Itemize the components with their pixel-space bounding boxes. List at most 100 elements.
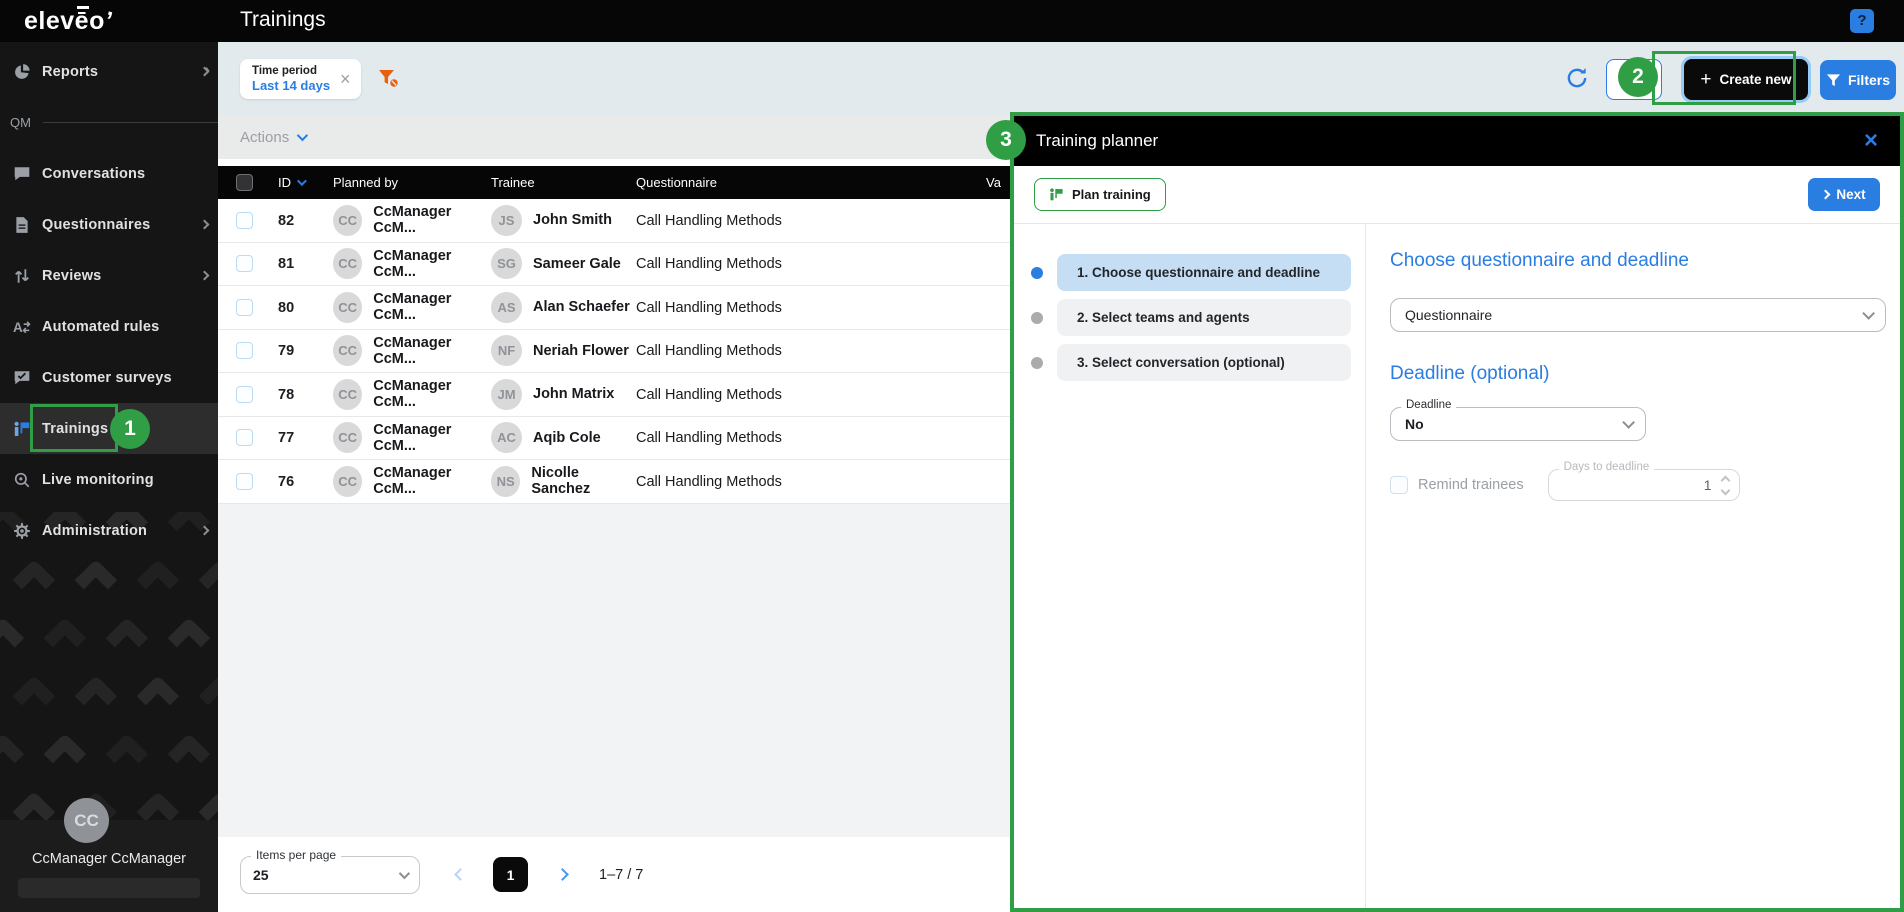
- questionnaire-select[interactable]: Questionnaire: [1390, 298, 1886, 332]
- close-icon[interactable]: ×: [1864, 129, 1878, 153]
- sidebar-item-reviews[interactable]: Reviews: [0, 250, 218, 301]
- planner-title: Training planner: [1036, 131, 1158, 151]
- row-checkbox[interactable]: [236, 255, 253, 272]
- trainee-name: John Matrix: [533, 386, 614, 402]
- form-heading: Choose questionnaire and deadline: [1390, 250, 1886, 272]
- create-new-button[interactable]: + Create new: [1684, 59, 1808, 100]
- section-divider: [43, 122, 218, 123]
- sidebar-item-label: Live monitoring: [42, 472, 154, 488]
- avatar: AC: [491, 422, 522, 453]
- previous-page-icon[interactable]: [454, 868, 467, 881]
- filters-button[interactable]: Filters: [1820, 60, 1896, 100]
- step-label[interactable]: 2. Select teams and agents: [1057, 299, 1351, 336]
- column-id[interactable]: ID: [278, 175, 333, 190]
- sidebar-item-reports[interactable]: Reports: [0, 46, 218, 97]
- sidebar-item-label: Trainings: [42, 421, 108, 437]
- planned-by-name: CcManager CcM...: [373, 465, 491, 497]
- row-checkbox[interactable]: [236, 212, 253, 229]
- sidebar-user-section: CC CcManager CcManager: [0, 820, 218, 912]
- sidebar-item-administration[interactable]: Administration: [0, 505, 218, 556]
- trainee-name: Nicolle Sanchez: [531, 465, 636, 497]
- avatar: CC: [333, 379, 362, 410]
- page-title: Trainings: [240, 8, 326, 32]
- chevron-down-icon: [399, 867, 410, 878]
- column-planned-by[interactable]: Planned by: [333, 175, 491, 190]
- step-label[interactable]: 1. Choose questionnaire and deadline: [1057, 254, 1351, 291]
- step-label[interactable]: 3. Select conversation (optional): [1057, 344, 1351, 381]
- sidebar-item-label: Administration: [42, 523, 147, 539]
- funnel-icon: [1826, 73, 1841, 88]
- questionnaire-name: Call Handling Methods: [636, 474, 782, 490]
- help-icon[interactable]: ?: [1850, 9, 1874, 33]
- next-page-icon[interactable]: [556, 868, 569, 881]
- row-checkbox[interactable]: [236, 342, 253, 359]
- training-planner-panel: Training planner × Plan training Next 1.…: [1010, 112, 1904, 912]
- hidden-outlined-button[interactable]: [1606, 59, 1662, 100]
- sidebar-item-live-monitoring[interactable]: Live monitoring: [0, 454, 218, 505]
- step-active-dot: [1031, 267, 1043, 279]
- sidebar-item-trainings[interactable]: Trainings: [0, 403, 218, 454]
- filter-bar: Time period Last 14 days × + Create new: [218, 42, 1904, 115]
- items-per-page-select[interactable]: Items per page 25: [240, 856, 420, 894]
- items-per-page-value: 25: [253, 867, 269, 883]
- deadline-select[interactable]: Deadline No: [1390, 407, 1646, 441]
- row-checkbox[interactable]: [236, 299, 253, 316]
- refresh-icon[interactable]: [1564, 65, 1590, 91]
- select-all-checkbox[interactable]: [236, 174, 253, 191]
- planned-by-name: CcManager CcM...: [373, 378, 491, 410]
- row-checkbox[interactable]: [236, 386, 253, 403]
- days-to-deadline-input[interactable]: Days to deadline 1: [1548, 469, 1740, 501]
- clear-filters-icon[interactable]: [376, 66, 400, 90]
- sidebar-section-label: QM: [0, 97, 218, 148]
- page-number-button[interactable]: 1: [493, 857, 528, 892]
- row-checkbox[interactable]: [236, 473, 253, 490]
- chat-icon: [12, 164, 32, 184]
- sidebar-item-conversations[interactable]: Conversations: [0, 148, 218, 199]
- plan-training-label: Plan training: [1072, 187, 1151, 202]
- actions-label: Actions: [240, 129, 289, 146]
- row-id: 77: [278, 430, 294, 446]
- planned-by-name: CcManager CcM...: [373, 291, 491, 323]
- avatar: CC: [333, 422, 362, 453]
- planner-header: Training planner ×: [1014, 116, 1900, 166]
- plan-training-button[interactable]: Plan training: [1034, 178, 1166, 211]
- next-label: Next: [1836, 187, 1865, 202]
- row-checkbox[interactable]: [236, 429, 253, 446]
- chevron-right-icon: [200, 67, 210, 77]
- avatar: AS: [491, 292, 522, 323]
- sidebar-item-automated-rules[interactable]: AAutomated rules: [0, 301, 218, 352]
- next-button[interactable]: Next: [1808, 178, 1880, 211]
- sidebar-item-label: Reviews: [42, 268, 101, 284]
- remind-trainees-label: Remind trainees: [1418, 477, 1524, 493]
- planner-step-3[interactable]: 3. Select conversation (optional): [1014, 344, 1365, 381]
- avatar: CC: [333, 335, 362, 366]
- questionnaire-name: Call Handling Methods: [636, 213, 782, 229]
- training-flag-icon: [12, 419, 32, 439]
- chevron-right-icon: [200, 271, 210, 281]
- sidebar-item-customer-surveys[interactable]: Customer surveys: [0, 352, 218, 403]
- planner-step-2[interactable]: 2. Select teams and agents: [1014, 299, 1365, 336]
- remind-trainees-checkbox[interactable]: [1390, 476, 1408, 494]
- column-trainee[interactable]: Trainee: [491, 175, 636, 190]
- monitor-icon: [12, 470, 32, 490]
- planner-body: 1. Choose questionnaire and deadline 2. S…: [1014, 224, 1900, 908]
- column-questionnaire[interactable]: Questionnaire: [636, 175, 986, 190]
- questionnaire-name: Call Handling Methods: [636, 430, 782, 446]
- pie-chart-icon: [12, 62, 32, 82]
- planner-step-1[interactable]: 1. Choose questionnaire and deadline: [1014, 254, 1365, 291]
- chip-remove-icon[interactable]: ×: [340, 69, 351, 90]
- chevron-right-icon: [1821, 190, 1831, 200]
- actions-chevron-down-icon[interactable]: [297, 130, 308, 141]
- plus-icon: +: [1700, 70, 1711, 89]
- items-per-page-label: Items per page: [251, 848, 341, 862]
- number-stepper[interactable]: [1722, 477, 1729, 494]
- sidebar-item-label: Customer surveys: [42, 370, 172, 386]
- time-period-chip[interactable]: Time period Last 14 days ×: [240, 59, 361, 99]
- pagination-range: 1–7 / 7: [599, 867, 643, 883]
- deadline-label: Deadline: [1401, 399, 1456, 411]
- avatar: CC: [333, 205, 362, 236]
- user-avatar[interactable]: CC: [64, 798, 109, 843]
- avatar: JM: [491, 379, 522, 410]
- sidebar-item-questionnaires[interactable]: Questionnaires: [0, 199, 218, 250]
- filters-label: Filters: [1848, 72, 1890, 88]
